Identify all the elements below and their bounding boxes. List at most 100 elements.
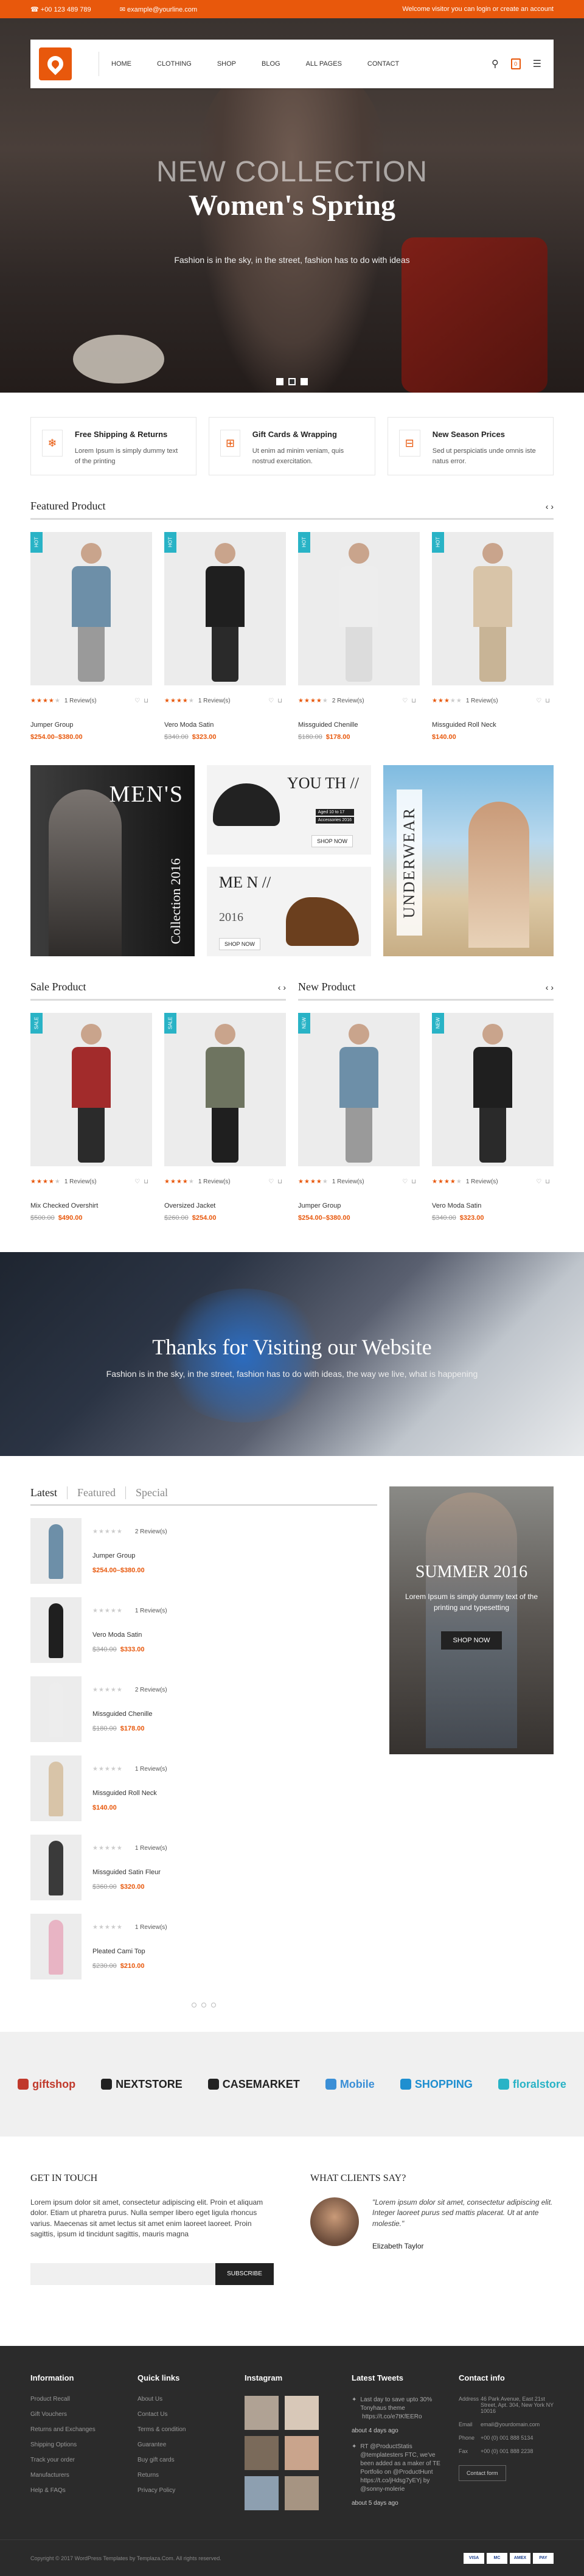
product-image[interactable]: HOT — [30, 532, 152, 685]
heart-icon[interactable]: ♡ — [536, 698, 545, 704]
product-card[interactable]: SALE ★★★★★ 1 Review(s) ♡⊔ Mix Checked Oversh… — [30, 1013, 152, 1222]
product-name[interactable]: Missguided Roll Neck — [432, 721, 554, 729]
cart-icon[interactable]: 0 — [510, 58, 521, 69]
product-image[interactable]: SALE — [164, 1013, 286, 1166]
product-name[interactable]: Mix Checked Overshirt — [30, 1202, 152, 1209]
product-name[interactable]: Jumper Group — [92, 1552, 167, 1559]
email-text[interactable]: ✉ example@yourline.com — [120, 6, 210, 13]
nav-link-clothing[interactable]: CLOTHING — [157, 60, 192, 68]
product-image[interactable]: NEW — [298, 1013, 420, 1166]
footer-link[interactable]: Product Recall — [30, 2396, 125, 2403]
tweet-text[interactable]: Last day to save upto 30% Tonyhaus theme… — [360, 2396, 447, 2421]
cart-icon[interactable]: ⊔ — [545, 1178, 554, 1185]
tab-latest[interactable]: Latest — [30, 1486, 68, 1499]
product-name[interactable]: Missguided Chenille — [92, 1710, 167, 1718]
product-thumb[interactable] — [30, 1597, 82, 1663]
subscribe-input[interactable] — [30, 2263, 215, 2285]
page-dot[interactable] — [201, 2003, 206, 2007]
next-arrow-icon[interactable]: › — [283, 982, 286, 992]
next-arrow-icon[interactable]: › — [551, 502, 554, 511]
product-card[interactable]: HOT ★★★★★ 2 Review(s) ♡⊔ Missguided Chenille… — [298, 532, 420, 741]
product-image[interactable]: NEW — [432, 1013, 554, 1166]
menu-icon[interactable]: ☰ — [533, 58, 541, 70]
nav-link-shop[interactable]: SHOP — [217, 60, 236, 68]
product-image[interactable]: SALE — [30, 1013, 152, 1166]
product-thumb[interactable] — [30, 1914, 82, 1979]
product-card[interactable]: NEW ★★★★★ 1 Review(s) ♡⊔ Jumper Group $254.00… — [298, 1013, 420, 1222]
product-card[interactable]: HOT ★★★★★ 1 Review(s) ♡⊔ Missguided Roll Nec… — [432, 532, 554, 741]
heart-icon[interactable]: ♡ — [134, 1178, 144, 1185]
page-dot[interactable] — [192, 2003, 196, 2007]
footer-link[interactable]: Terms & condition — [137, 2426, 232, 2433]
shop-now-button[interactable]: SHOP NOW — [219, 938, 260, 950]
list-item[interactable]: ★★★★★ 1 Review(s) Missguided Roll Neck $140… — [30, 1755, 207, 1822]
underwear-banner[interactable]: UNDERWEAR — [383, 765, 554, 956]
footer-link[interactable]: Returns and Exchanges — [30, 2426, 125, 2433]
slider-dot[interactable] — [301, 378, 308, 385]
heart-icon[interactable]: ♡ — [536, 1178, 545, 1185]
welcome-text[interactable]: Welcome visitor you can login or create … — [402, 5, 554, 13]
product-image[interactable]: HOT — [298, 532, 420, 685]
product-card[interactable]: SALE ★★★★★ 1 Review(s) ♡⊔ Oversized Jacket $2… — [164, 1013, 286, 1222]
heart-icon[interactable]: ♡ — [268, 698, 277, 704]
product-card[interactable]: HOT ★★★★★ 1 Review(s) ♡⊔ Jumper Group $254.00… — [30, 532, 152, 741]
slider-dot[interactable] — [276, 378, 283, 385]
product-image[interactable]: HOT — [432, 532, 554, 685]
shop-now-button[interactable]: SHOP NOW — [311, 835, 353, 847]
footer-link[interactable]: Gift Vouchers — [30, 2411, 125, 2418]
instagram-photo[interactable] — [245, 2476, 279, 2510]
footer-link[interactable]: Returns — [137, 2472, 232, 2479]
product-name[interactable]: Jumper Group — [298, 1202, 420, 1209]
cart-icon[interactable]: ⊔ — [144, 1178, 152, 1185]
contact-form-button[interactable]: Contact form — [459, 2465, 506, 2481]
footer-link[interactable]: Privacy Policy — [137, 2487, 232, 2494]
product-name[interactable]: Jumper Group — [30, 721, 152, 729]
brand-logo[interactable]: giftshop — [18, 2078, 75, 2091]
prev-arrow-icon[interactable]: ‹ — [278, 982, 281, 992]
heart-icon[interactable]: ♡ — [402, 698, 411, 704]
slider-dot[interactable] — [288, 378, 296, 385]
instagram-photo[interactable] — [285, 2395, 319, 2430]
product-name[interactable]: Vero Moda Satin — [164, 721, 286, 729]
footer-link[interactable]: About Us — [137, 2396, 232, 2403]
product-name[interactable]: Missguided Satin Fleur — [92, 1869, 167, 1876]
instagram-photo[interactable] — [245, 2435, 279, 2470]
product-card[interactable]: NEW ★★★★★ 1 Review(s) ♡⊔ Vero Moda Satin $340… — [432, 1013, 554, 1222]
product-name[interactable]: Vero Moda Satin — [432, 1202, 554, 1209]
product-card[interactable]: HOT ★★★★★ 1 Review(s) ♡⊔ Vero Moda Satin $340… — [164, 532, 286, 741]
list-item[interactable]: ★★★★★ 1 Review(s) Pleated Cami Top $230.00 $… — [30, 1914, 207, 1981]
brand-logo[interactable]: Mobile — [325, 2078, 375, 2091]
product-name[interactable]: Missguided Roll Neck — [92, 1790, 167, 1797]
men-banner[interactable]: MEN'S Collection 2016 — [30, 765, 195, 956]
list-item[interactable]: ★★★★★ 1 Review(s) Missguided Satin Fleur $3… — [30, 1835, 207, 1902]
tab-special[interactable]: Special — [136, 1486, 178, 1499]
page-dot[interactable] — [211, 2003, 216, 2007]
product-name[interactable]: Missguided Chenille — [298, 721, 420, 729]
product-name[interactable]: Oversized Jacket — [164, 1202, 286, 1209]
cart-icon[interactable]: ⊔ — [144, 698, 152, 704]
product-thumb[interactable] — [30, 1835, 82, 1900]
tab-featured[interactable]: Featured — [77, 1486, 126, 1499]
footer-link[interactable]: Track your order — [30, 2457, 125, 2463]
product-name[interactable]: Vero Moda Satin — [92, 1631, 167, 1639]
brand-logo[interactable]: SHOPPING — [400, 2078, 473, 2091]
next-arrow-icon[interactable]: › — [551, 982, 554, 992]
footer-link[interactable]: Help & FAQs — [30, 2487, 125, 2494]
list-item[interactable]: ★★★★★ 2 Review(s) Missguided Chenille $180.… — [30, 1676, 207, 1743]
footer-link[interactable]: Guarantee — [137, 2441, 232, 2448]
cart-icon[interactable]: ⊔ — [545, 698, 554, 704]
tweet-text[interactable]: RT @ProductStatis @templatesters FTC, we… — [360, 2443, 447, 2494]
product-thumb[interactable] — [30, 1755, 82, 1821]
nav-link-home[interactable]: HOME — [111, 60, 131, 68]
youth-banner[interactable]: YOU TH // Aged 10 to 17 Accessories 2016… — [207, 765, 371, 855]
product-thumb[interactable] — [30, 1518, 82, 1584]
instagram-photo[interactable] — [245, 2395, 279, 2430]
prev-arrow-icon[interactable]: ‹ — [546, 502, 549, 511]
brand-logo[interactable]: CASEMARKET — [207, 2078, 300, 2091]
nav-link-all-pages[interactable]: ALL PAGES — [306, 60, 342, 68]
search-icon[interactable]: ⚲ — [492, 58, 499, 70]
instagram-photo[interactable] — [285, 2476, 319, 2510]
product-image[interactable]: HOT — [164, 532, 286, 685]
list-item[interactable]: ★★★★★ 2 Review(s) Jumper Group $254.00–$380… — [30, 1518, 207, 1585]
cart-icon[interactable]: ⊔ — [411, 1178, 420, 1185]
